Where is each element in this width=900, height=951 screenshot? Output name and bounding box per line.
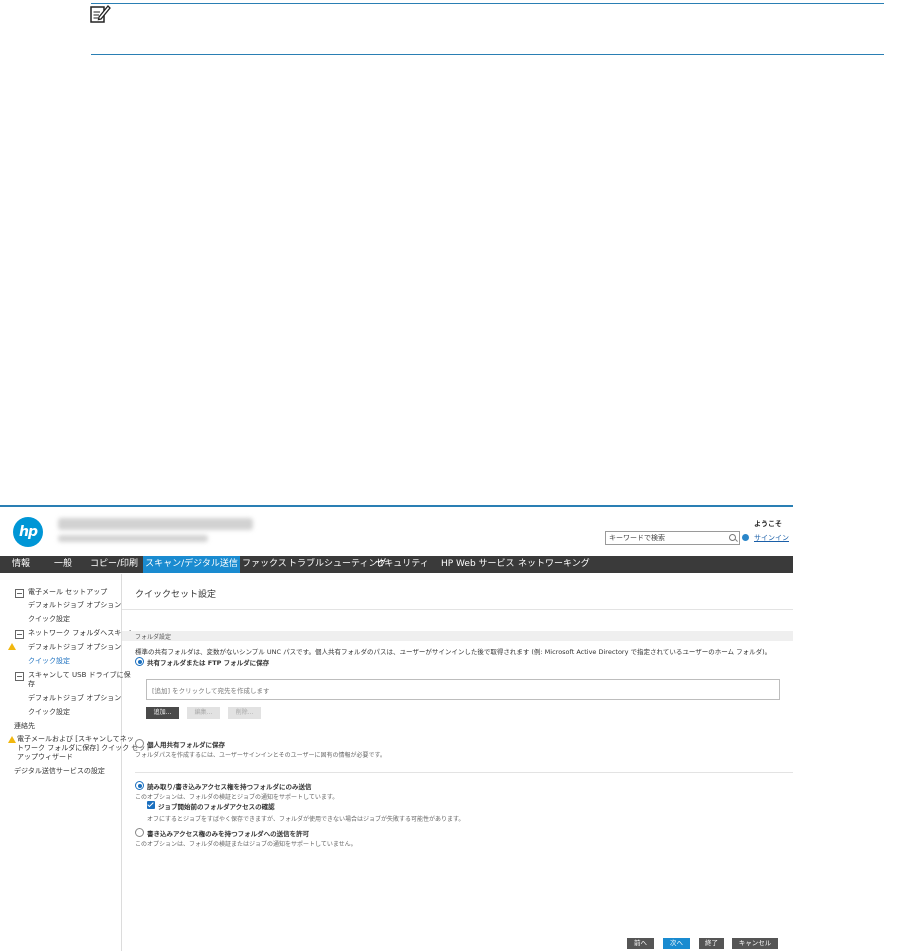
tab-networking[interactable]: ネットワーキング [518,556,590,573]
top-nav: 情報 一般 コピー/印刷 スキャン/デジタル送信 ファックス トラブルシューティ… [0,556,793,573]
delete-button[interactable]: 削除... [228,707,261,719]
note-top-rule [91,3,884,4]
collapse-icon[interactable] [15,630,24,639]
radio-write-only[interactable] [135,828,144,837]
section-header: フォルダ設定 [122,631,793,641]
opt-writeonly-label: 書き込みアクセス権のみを持つフォルダへの送信を許可 [147,830,310,838]
sidebar-item-folder-quick-set[interactable]: クイック設定 [28,657,70,666]
cancel-button[interactable]: キャンセル [732,938,778,949]
next-button[interactable]: 次へ [663,938,690,949]
options-divider [135,772,793,773]
finish-button[interactable]: 終了 [699,938,724,949]
search-placeholder: キーワードで検索 [609,534,665,542]
prev-button[interactable]: 前へ [627,938,654,949]
sidebar-item-email-default-options[interactable]: デフォルトジョブ オプション [28,601,121,610]
verify-checkbox[interactable] [147,801,155,809]
destination-placeholder: [追加] をクリックして宛先を作成します [152,687,270,695]
radio-shared-folder[interactable] [135,657,144,666]
help-icon[interactable] [742,534,749,541]
left-sidebar: 電子メール セットアップ デフォルトジョブ オプション クイック設定 ネットワー… [0,574,152,951]
tab-fax[interactable]: ファックス [242,556,287,573]
sidebar-item-usb-scan[interactable]: スキャンして USB ドライブに保 [28,671,131,680]
note-pencil-icon [90,5,111,23]
tab-security[interactable]: セキュリティ [372,556,432,573]
top-accent-line [0,505,793,507]
add-button[interactable]: 追加... [146,707,179,719]
tab-hp-web-services[interactable]: HP Web サービス [441,556,515,573]
page-title: クイックセット設定 [135,590,217,600]
warning-icon [8,643,16,650]
printer-name-blurred [58,518,253,530]
sidebar-item-wizard[interactable]: 電子メールおよび [スキャンしてネッ [17,735,134,744]
radio-personal-folder[interactable] [135,739,144,748]
hp-logo: hp [13,517,43,547]
tab-scan-digital-send[interactable]: スキャン/デジタル送信 [143,556,240,573]
destination-list[interactable]: [追加] をクリックして宛先を作成します [146,679,780,700]
collapse-icon[interactable] [15,589,24,598]
sidebar-item-digital-send[interactable]: デジタル送信サービスの設定 [14,767,105,776]
printer-address-blurred [58,535,208,542]
sidebar-item-usb-default-options[interactable]: デフォルトジョブ オプション [28,694,121,703]
tab-general[interactable]: 一般 [48,556,78,573]
section-title: フォルダ設定 [135,634,172,641]
sidebar-item-email-quick-set[interactable]: クイック設定 [28,615,70,624]
sidebar-item-usb-quick-set[interactable]: クイック設定 [28,708,70,717]
verify-description: オフにするとジョブをすばやく保存できますが、フォルダが使用できない場合はジョブが… [147,816,465,823]
opt-personal-label: 個人用共有フォルダに保存 [147,741,225,749]
wizard-footer: 前へ 次へ 終了 キャンセル [122,935,793,951]
sidebar-item-email-setup[interactable]: 電子メール セットアップ [28,588,107,597]
collapse-icon[interactable] [15,672,24,681]
warning-icon [8,736,16,743]
main-panel: クイックセット設定 フォルダ設定 標準の共有フォルダは、変数がないシンプル UN… [122,574,793,951]
sidebar-item-folder-scan[interactable]: ネットワーク フォルダへスキャン [28,629,135,638]
opt-readwrite-label: 読み取り/書き込みアクセス権を持つフォルダにのみ送信 [147,783,312,791]
intro-text: 標準の共有フォルダは、変数がないシンプル UNC パスです。個人共有フォルダのパ… [135,648,772,656]
opt-shared-label: 共有フォルダまたは FTP フォルダに保存 [147,659,270,667]
tab-copy-print[interactable]: コピー/印刷 [88,556,140,573]
verify-label: ジョブ開始前のフォルダアクセスの確認 [158,803,275,811]
signin-link[interactable]: サインイン [754,533,789,543]
sidebar-item-contacts[interactable]: 連絡先 [14,722,35,731]
writeonly-description: このオプションは、フォルダの検証またはジョブの通知をサポートしていません。 [135,841,357,848]
tab-troubleshooting[interactable]: トラブルシューティング [288,556,386,573]
sidebar-item-folder-default-options[interactable]: デフォルトジョブ オプション [28,643,121,652]
tab-info[interactable]: 情報 [6,556,36,573]
sidebar-item-usb-scan-cont[interactable]: 存 [28,680,35,689]
radio-readwrite[interactable] [135,781,144,790]
readwrite-description: このオプションは、フォルダの検証とジョブの通知をサポートしています。 [135,794,339,801]
welcome-label: ようこそ [754,520,782,528]
personal-description: フォルダパスを作成するには、ユーザーサインインとそのユーザーに固有の情報が必要で… [135,752,386,759]
note-bottom-rule [91,54,884,55]
search-icon[interactable] [729,534,736,541]
sidebar-item-wizard-cont2[interactable]: アップウィザード [17,753,73,762]
ews-screenshot: hp キーワードで検索 ようこそ サインイン 情報 一般 コピー/印刷 スキャン… [0,505,793,951]
edit-button[interactable]: 編集... [187,707,220,719]
search-input[interactable]: キーワードで検索 [605,531,740,545]
title-divider [122,609,793,610]
